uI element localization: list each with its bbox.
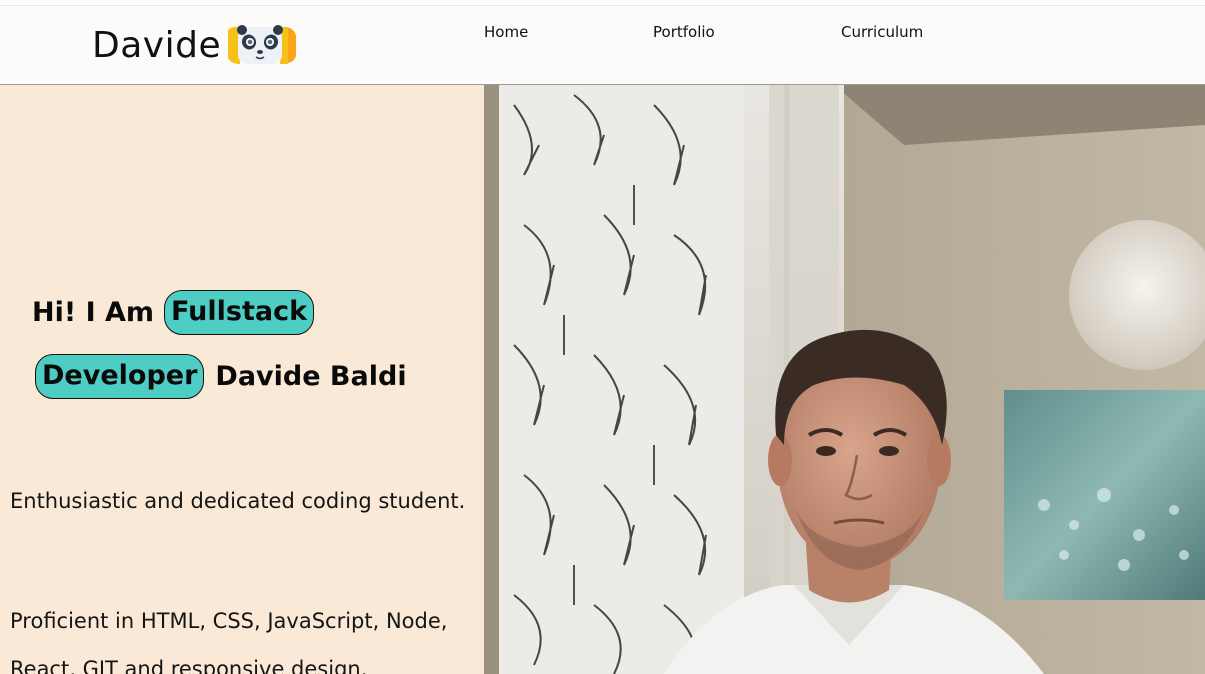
hero-intro: Hi! I Am Fullstack Developer Davide Bald… xyxy=(0,85,484,674)
nav-home[interactable]: Home xyxy=(484,23,528,41)
profile-photo xyxy=(484,85,1205,674)
headline-line-1: Hi! I Am Fullstack xyxy=(32,290,315,335)
page: Davide Home Portfolio Curriculum Hi! I A… xyxy=(0,0,1205,674)
nav-portfolio[interactable]: Portfolio xyxy=(653,23,715,41)
intro-paragraph-1: Enthusiastic and dedicated coding studen… xyxy=(10,489,466,513)
headline-line-2: Developer Davide Baldi xyxy=(35,354,407,399)
nav-curriculum[interactable]: Curriculum xyxy=(841,23,923,41)
highlight-fullstack: Fullstack xyxy=(164,290,315,335)
brand-name: Davide xyxy=(92,24,222,66)
site-header: Davide Home Portfolio Curriculum xyxy=(0,5,1205,85)
profile-photo-illustration xyxy=(484,85,1205,674)
intro-paragraph-2: Proficient in HTML, CSS, JavaScript, Nod… xyxy=(10,609,448,674)
brand[interactable]: Davide xyxy=(92,23,302,67)
panda-face-icon xyxy=(228,25,297,64)
headline-greeting: Hi! I Am xyxy=(32,297,155,328)
headline-name: Davide Baldi xyxy=(215,361,407,392)
highlight-developer: Developer xyxy=(35,354,205,399)
